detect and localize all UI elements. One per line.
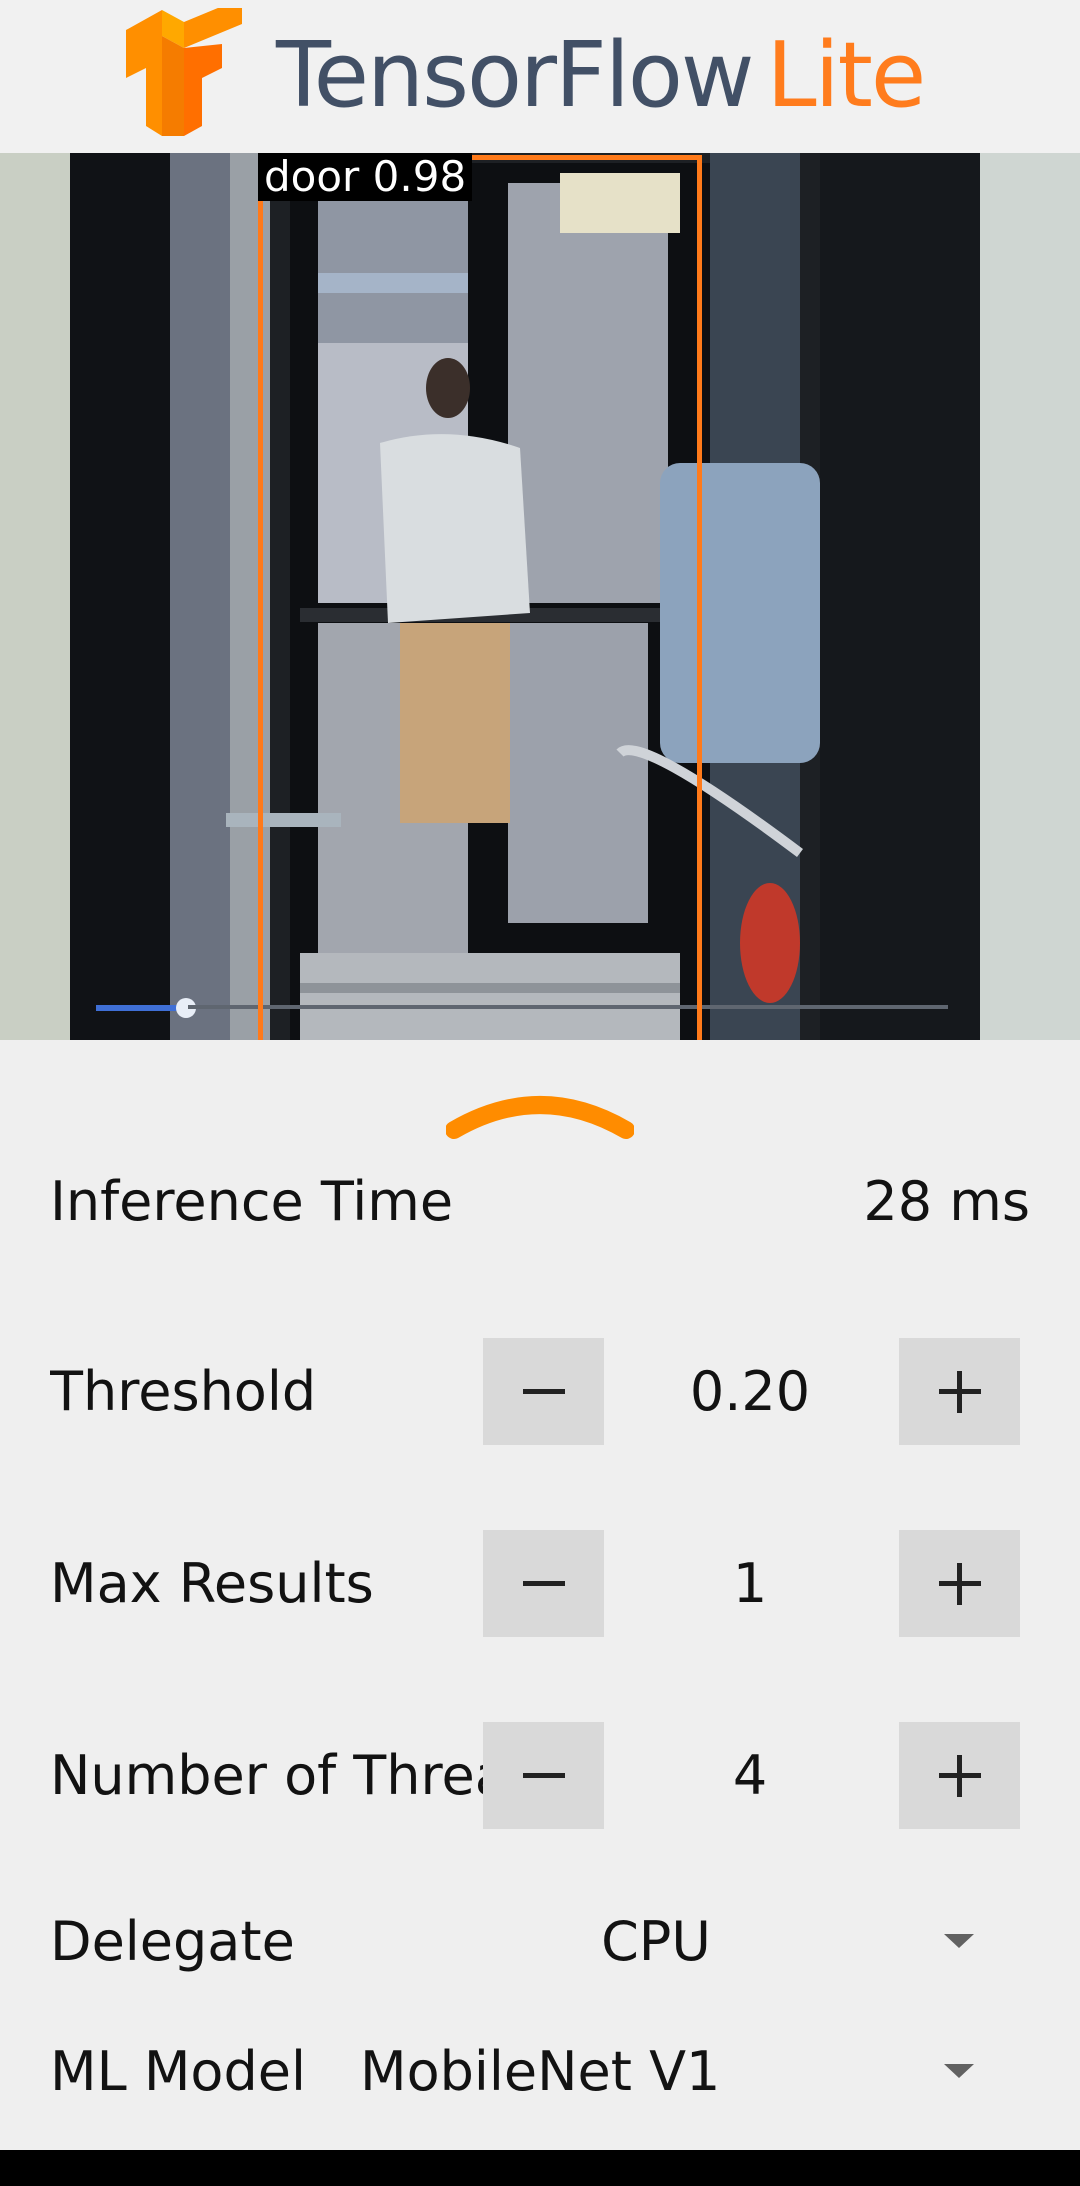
dropdown-arrow-icon <box>944 2064 974 2078</box>
camera-preview: door 0.98 <box>0 153 1080 1040</box>
delegate-label: Delegate <box>50 1910 295 1973</box>
threads-increase-button[interactable] <box>899 1722 1020 1829</box>
app-header: TensorFlow Lite <box>0 0 1080 153</box>
detection-label: door 0.98 <box>258 153 473 201</box>
inference-time-value: 28 ms <box>863 1170 1030 1233</box>
threshold-label: Threshold <box>50 1360 317 1423</box>
plus-icon <box>938 1370 981 1413</box>
delegate-dropdown[interactable]: CPU <box>520 1902 1040 1982</box>
tensorflow-logo-icon <box>126 8 242 136</box>
detection-box <box>258 155 702 1040</box>
minus-icon <box>522 1772 565 1778</box>
plus-icon <box>938 1754 981 1797</box>
max-results-increase-button[interactable] <box>899 1530 1020 1637</box>
threads-label: Number of Threads <box>50 1744 483 1807</box>
threads-value: 4 <box>732 1744 768 1807</box>
brand-secondary: Lite <box>766 22 927 128</box>
max-results-label: Max Results <box>50 1552 374 1615</box>
ml-model-dropdown[interactable]: MobileNet V1 <box>350 2032 1040 2112</box>
system-nav-bar <box>0 2150 1080 2186</box>
minus-icon <box>522 1388 565 1394</box>
max-results-decrease-button[interactable] <box>483 1530 604 1637</box>
threshold-increase-button[interactable] <box>899 1338 1020 1445</box>
plus-icon <box>938 1562 981 1605</box>
delegate-row: Delegate CPU <box>0 1902 1080 1982</box>
inference-time-label: Inference Time <box>50 1170 454 1233</box>
app-title: TensorFlow Lite <box>276 20 927 130</box>
ml-model-label: ML Model <box>50 2040 306 2103</box>
settings-bottom-sheet: Inference Time 28 ms Threshold 0.20 Max … <box>0 1040 1080 2150</box>
max-results-row: Max Results 1 <box>0 1530 1080 1637</box>
threads-row: Number of Threads 4 <box>0 1722 1080 1829</box>
threshold-row: Threshold 0.20 <box>0 1338 1080 1445</box>
inference-time-row: Inference Time 28 ms <box>0 1158 1080 1238</box>
ml-model-row: ML Model MobileNet V1 <box>0 2032 1080 2112</box>
threads-decrease-button[interactable] <box>483 1722 604 1829</box>
minus-icon <box>522 1580 565 1586</box>
threshold-value: 0.20 <box>689 1360 811 1423</box>
ml-model-value: MobileNet V1 <box>360 2040 721 2103</box>
dropdown-arrow-icon <box>944 1934 974 1948</box>
brand-primary: TensorFlow <box>276 22 754 128</box>
chevron-up-icon[interactable] <box>446 1082 634 1142</box>
threshold-decrease-button[interactable] <box>483 1338 604 1445</box>
delegate-value: CPU <box>601 1910 711 1973</box>
max-results-value: 1 <box>732 1552 768 1615</box>
